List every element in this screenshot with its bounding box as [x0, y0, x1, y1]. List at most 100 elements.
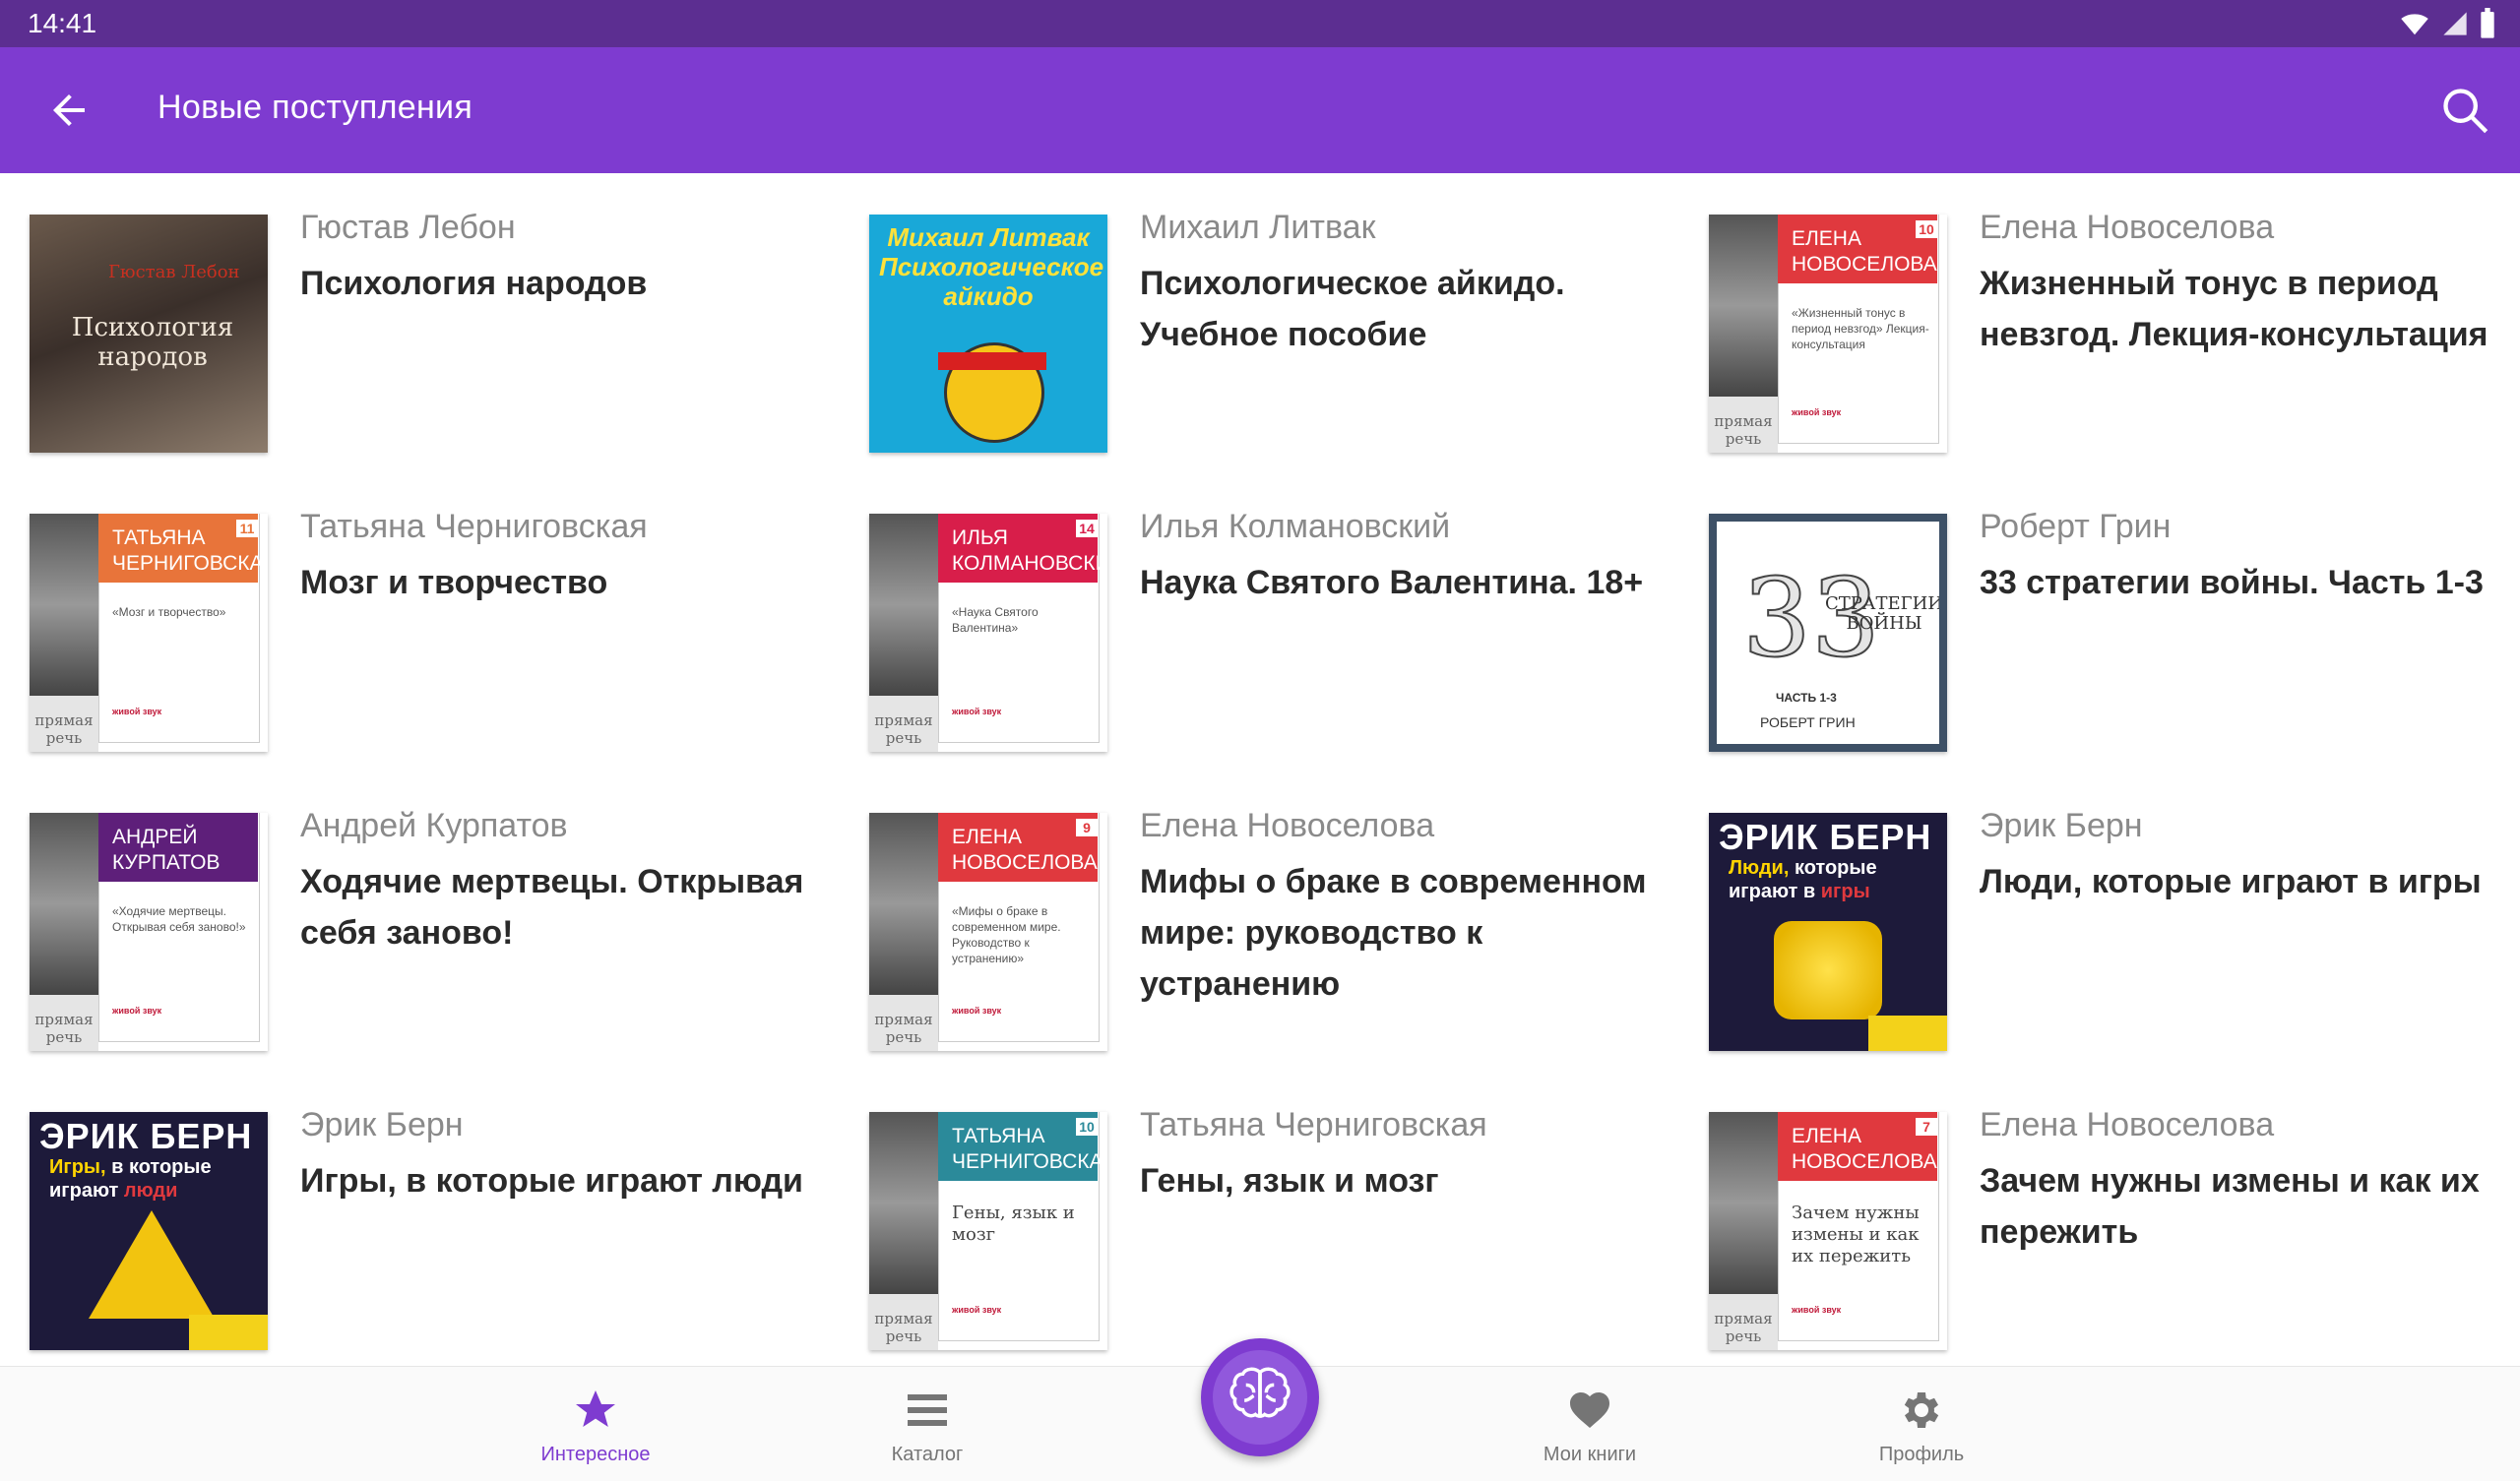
cover-logo: прямая речь: [1709, 1294, 1778, 1350]
book-cover-image: прямая речь ЕЛЕНА НОВОСЕЛОВА 10 «Жизненный …: [1709, 215, 1947, 453]
book-author: Андрей Курпатов: [300, 807, 568, 844]
book-item[interactable]: прямая речь ЕЛЕНА НОВОСЕЛОВА 10 «Жизненный …: [1679, 173, 2519, 472]
book-cover-image: прямая речь ТАТЬЯНА ЧЕРНИГОВСКАЯ 10 Гены, я…: [869, 1112, 1107, 1350]
cover-number: 7: [1916, 1118, 1937, 1136]
cover-name: ИЛЬЯ КОЛМАНОВСКИЙ: [938, 514, 1107, 583]
cover-logo: прямая речь: [869, 995, 938, 1051]
cover-live-sound: живой звук: [112, 707, 162, 716]
page-title: Новые поступления: [158, 89, 473, 126]
cover-number: 10: [1916, 220, 1937, 238]
app-bar: Новые поступления: [0, 47, 2520, 173]
book-author: Эрик Берн: [1980, 807, 2143, 844]
cover-live-sound: живой звук: [1792, 407, 1842, 417]
cover-author: РОБЕРТ ГРИН: [1760, 714, 1856, 730]
status-bar: 14:41: [0, 0, 2520, 47]
nav-interesting[interactable]: Интересное: [497, 1367, 694, 1481]
nav-catalog-label: Каталог: [891, 1444, 964, 1465]
nav-profile[interactable]: Профиль: [1823, 1367, 2020, 1481]
nav-my-books[interactable]: Мои книги: [1491, 1367, 1688, 1481]
book-cover-image: Михаил Литвак Психологическое айкидо: [869, 215, 1107, 453]
nav-profile-label: Профиль: [1878, 1444, 1965, 1465]
book-item[interactable]: прямая речь ЕЛЕНА НОВОСЕЛОВА 7 Зачем нужны …: [1679, 1071, 2519, 1370]
book-cover-image: 33 СТРАТЕГИИ ВОЙНЫ ЧАСТЬ 1-3 РОБЕРТ ГРИН: [1709, 514, 1947, 752]
book-title: Мозг и творчество: [300, 564, 608, 601]
book-author: Эрик Берн: [300, 1106, 464, 1143]
brain-icon: [1229, 1367, 1291, 1418]
cover-live-sound: живой звук: [952, 1305, 1002, 1315]
book-title: Психология народов: [300, 265, 648, 302]
cover-title: Михаил Литвак Психологическое айкидо: [879, 222, 1104, 311]
cover-title: Люди, которые играют в игры: [1729, 857, 1877, 902]
book-item[interactable]: Михаил Литвак Психологическое айкидо Михаил…: [840, 173, 1679, 472]
cover-number: 11: [236, 520, 258, 537]
cover-subtitle: Гены, язык и мозг: [952, 1203, 1075, 1245]
cover-live-sound: живой звук: [112, 1006, 162, 1016]
cover-author: ЭРИК БЕРН: [39, 1116, 253, 1156]
cover-live-sound: живой звук: [952, 1006, 1002, 1016]
cover-photo: [869, 514, 938, 696]
cover-logo: прямая речь: [1709, 397, 1778, 453]
cover-photo: [869, 813, 938, 995]
book-title: Игры, в которые играют люди: [300, 1162, 803, 1200]
book-title: Люди, которые играют в игры: [1980, 863, 2482, 900]
cover-name: ТАТЬЯНА ЧЕРНИГОВСКАЯ: [938, 1112, 1107, 1181]
cover-photo: [30, 813, 98, 995]
cover-headband: [938, 352, 1046, 370]
status-icons: [2398, 8, 2496, 39]
cover-name: ЕЛЕНА НОВОСЕЛОВА: [1778, 1112, 1937, 1181]
book-item[interactable]: ЭРИК БЕРН Люди, которые играют в игры Эрик …: [1679, 771, 2519, 1071]
book-cover-image: ЭРИК БЕРН Игры, в которые играют люди: [30, 1112, 268, 1350]
cover-photo: [1709, 215, 1778, 397]
cover-name: АНДРЕЙ КУРПАТОВ: [98, 813, 258, 882]
book-item[interactable]: прямая речь ИЛЬЯ КОЛМАНОВСКИЙ14 «Наука Свя…: [840, 472, 1679, 771]
cover-name: ЕЛЕНА НОВОСЕЛОВА: [1778, 215, 1937, 283]
book-title: 33 стратегии войны. Часть 1-3: [1980, 564, 2484, 601]
book-item[interactable]: прямая речь ЕЛЕНА НОВОСЕЛОВА 9 «Мифы о брак…: [840, 771, 1679, 1071]
cover-part: ЧАСТЬ 1-3: [1776, 691, 1837, 705]
star-icon: [576, 1390, 615, 1427]
cover-dice-triangle: [89, 1210, 215, 1319]
book-cover-image: прямая речь ТАТЬЯНА ЧЕРНИГОВСКАЯ 11 «Мозг и…: [30, 514, 268, 752]
book-item[interactable]: ЭРИК БЕРН Игры, в которые играют люди Эрик …: [0, 1071, 840, 1370]
book-item[interactable]: 33 СТРАТЕГИИ ВОЙНЫ ЧАСТЬ 1-3 РОБЕРТ ГРИН Роб…: [1679, 472, 2519, 771]
book-item[interactable]: прямая речь ТАТЬЯНА ЧЕРНИГОВСКАЯ 11 «Мозг и…: [0, 472, 840, 771]
book-author: Михаил Литвак: [1140, 209, 1376, 246]
nav-catalog[interactable]: Каталог: [829, 1367, 1026, 1481]
cover-number: 14: [1076, 520, 1098, 537]
cover-title: Психология народов: [71, 313, 234, 372]
cover-photo: [869, 1112, 938, 1294]
cover-live-sound: живой звук: [952, 707, 1002, 716]
brain-fab-button[interactable]: [1201, 1338, 1319, 1456]
cover-logo: прямая речь: [30, 696, 98, 752]
book-item[interactable]: прямая речь АНДРЕЙ КУРПАТОВ «Ходячие мертв…: [0, 771, 840, 1071]
cover-name: ЕЛЕНА НОВОСЕЛОВА: [938, 813, 1098, 882]
book-title: Мифы о браке в современном мире: руковод…: [1140, 863, 1647, 1003]
book-author: Елена Новоселова: [1140, 807, 1435, 844]
cover-footer-band: [189, 1315, 268, 1350]
book-author: Гюстав Лебон: [300, 209, 516, 246]
book-cover-image: ЭРИК БЕРН Люди, которые играют в игры: [1709, 813, 1947, 1051]
cover-logo: прямая речь: [869, 696, 938, 752]
cover-logo: прямая речь: [30, 995, 98, 1051]
cover-name: ТАТЬЯНА ЧЕРНИГОВСКАЯ: [98, 514, 268, 583]
cover-number: 9: [1076, 819, 1098, 836]
battery-icon: [2481, 8, 2494, 38]
wifi-icon: [2401, 14, 2428, 35]
cover-photo: [30, 514, 98, 696]
book-item[interactable]: прямая речь ТАТЬЯНА ЧЕРНИГОВСКАЯ 10 Гены, я…: [840, 1071, 1679, 1370]
book-author: Татьяна Черниговская: [300, 508, 648, 545]
cover-live-sound: живой звук: [1792, 1305, 1842, 1315]
book-author: Роберт Грин: [1980, 508, 2172, 545]
cover-footer-band: [1868, 1016, 1947, 1051]
arrow-back-icon[interactable]: [43, 87, 94, 134]
cover-author: ЭРИК БЕРН: [1719, 817, 1932, 857]
book-item[interactable]: Гюстав Лебон Психология народов Гюстав Лебо…: [0, 173, 840, 472]
cover-subtitle: Зачем нужны измены и как их пережить: [1792, 1203, 1920, 1266]
book-title: Ходячие мертвецы. Открывая себя заново!: [300, 863, 804, 952]
cover-photo: [1709, 1112, 1778, 1294]
book-cover-image: Гюстав Лебон Психология народов: [30, 215, 268, 453]
signal-icon: [2443, 12, 2467, 35]
cover-subtitle: «Жизненный тонус в период невзгод» Лекци…: [1792, 306, 1929, 351]
search-icon[interactable]: [2439, 85, 2490, 136]
book-author: Татьяна Черниговская: [1140, 1106, 1487, 1143]
